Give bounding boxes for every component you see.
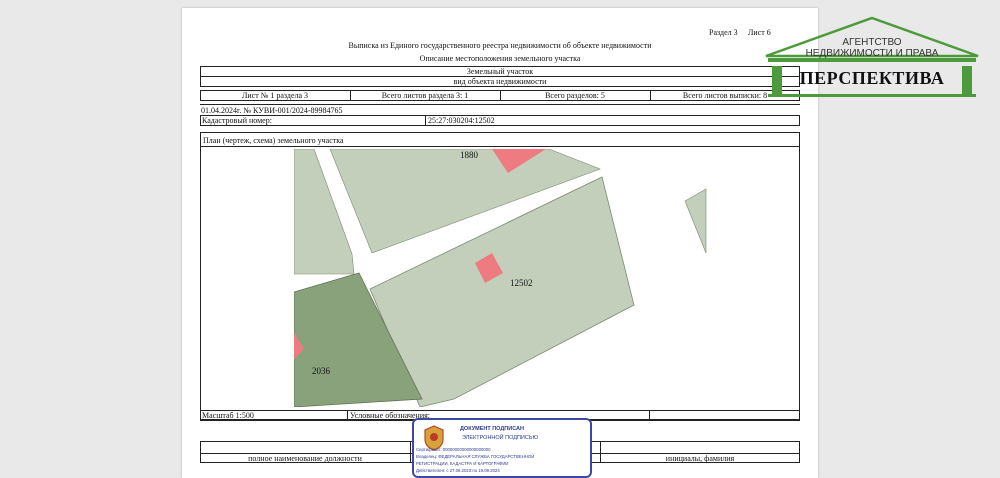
- plan-caption: План (чертеж, схема) земельного участка: [203, 136, 344, 145]
- name-caption: инициалы, фамилия: [665, 454, 735, 463]
- total-sections: Всего разделов: 5: [545, 91, 605, 100]
- stamp-owner: Владелец: ФЕДЕРАЛЬНАЯ СЛУЖБА ГОСУДАРСТВЕ…: [416, 454, 535, 459]
- stamp-cert: Сертификат: 00000000000000000000: [416, 447, 491, 452]
- document-title: Выписка из Единого государственного реес…: [348, 41, 652, 50]
- parcel-map: [294, 149, 708, 407]
- position-caption: полное наименование должности: [248, 454, 362, 463]
- cadastral-row: [200, 115, 800, 126]
- section-number: Раздел 3: [709, 28, 738, 37]
- document-sheet: Раздел 3 Лист 6 Выписка из Единого госуд…: [182, 8, 818, 478]
- object-type: Земельный участок: [466, 67, 534, 76]
- logo-line1: АГЕНТСТВО: [842, 37, 902, 48]
- stamp-line2: ЭЛЕКТРОННОЙ ПОДПИСЬЮ: [462, 435, 539, 441]
- total-sheets-section: Всего листов раздела 3: 1: [381, 91, 469, 100]
- sheet-no: Лист № 1 раздела 3: [241, 91, 309, 100]
- map-label-12502: 12502: [510, 278, 533, 288]
- scale: Масштаб 1:500: [202, 411, 254, 420]
- cadastral-label: Кадастровый номер:: [202, 116, 272, 125]
- logo-line2: НЕДВИЖИМОСТИ И ПРАВА: [805, 48, 939, 59]
- cadastral-value: 25:27:030204:12502: [428, 116, 495, 125]
- e-signature-stamp: ДОКУМЕНТ ПОДПИСАН ЭЛЕКТРОННОЙ ПОДПИСЬЮ С…: [412, 418, 592, 478]
- agency-logo: АГЕНТСТВО НЕДВИЖИМОСТИ И ПРАВА ПЕРСПЕКТИ…: [764, 16, 980, 98]
- logo-brand: ПЕРСПЕКТИВА: [799, 68, 945, 88]
- date-number: 01.04.2024г. № КУВИ-001/2024-89984765: [201, 106, 343, 115]
- stamp-line1: ДОКУМЕНТ ПОДПИСАН: [460, 426, 524, 432]
- object-type-caption: вид объекта недвижимости: [453, 77, 547, 86]
- document-subtitle: Описание местоположения земельного участ…: [419, 54, 581, 63]
- stamp-valid: Действителен: с 27.06.2023 по 19.09.2024: [416, 468, 500, 473]
- stamp-owner2: РЕГИСТРАЦИИ, КАДАСТРА И КАРТОГРАФИИ: [416, 461, 509, 466]
- map-label-2036: 2036: [312, 366, 330, 376]
- map-label-1880: 1880: [460, 150, 478, 160]
